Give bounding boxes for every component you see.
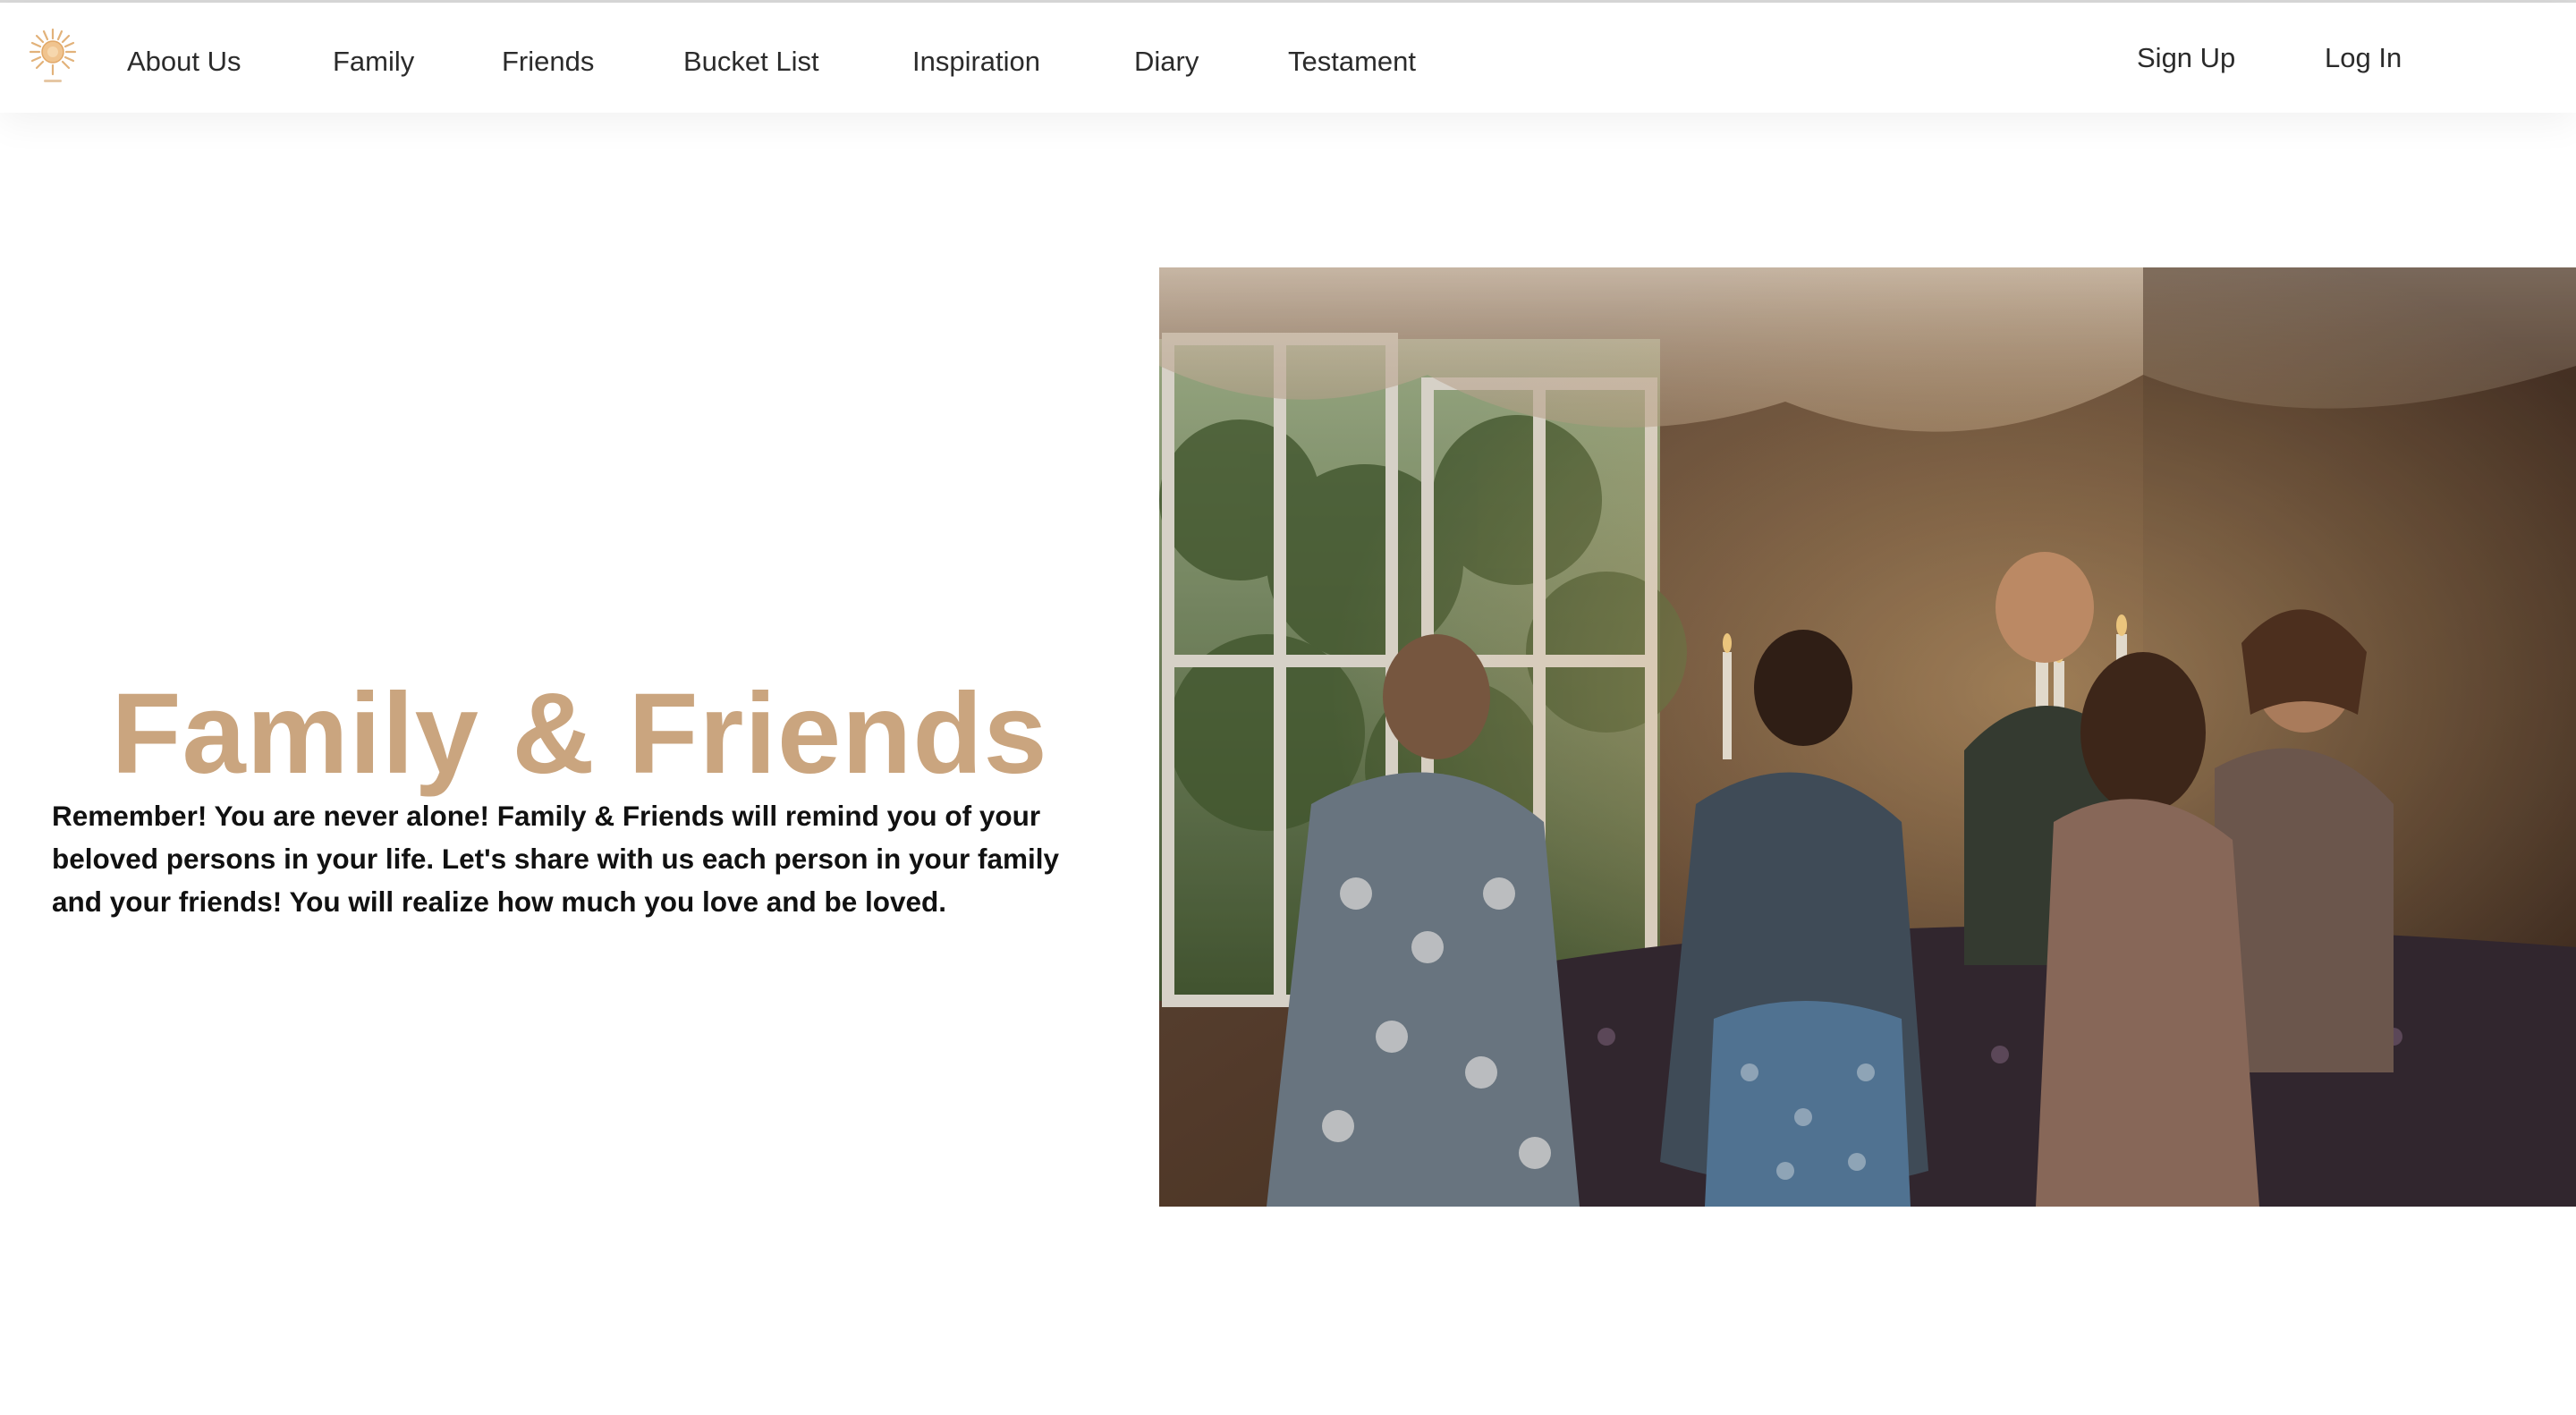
log-in-link[interactable]: Log In [2325,40,2402,76]
nav-about-us[interactable]: About Us [127,44,242,80]
nav-diary[interactable]: Diary [1134,44,1199,80]
navbar: About Us Family Friends Bucket List Insp… [0,3,2576,113]
sun-logo-graphic [29,28,77,82]
sign-up-link[interactable]: Sign Up [2137,40,2235,76]
sun-logo-icon[interactable] [27,26,79,89]
intro-paragraph: Remember! You are never alone! Family & … [52,799,1060,918]
nav-inspiration[interactable]: Inspiration [912,44,1040,80]
page-title: Family & Friends [111,669,1048,798]
nav-friends[interactable]: Friends [502,44,594,80]
family-dinner-photo [1159,267,2576,1207]
nav-family[interactable]: Family [333,44,414,80]
photo-illustration [1159,267,2576,1207]
nav-testament[interactable]: Testament [1288,44,1416,80]
page: About Us Family Friends Bucket List Insp… [0,0,2576,1415]
nav-bucket-list[interactable]: Bucket List [683,44,819,80]
